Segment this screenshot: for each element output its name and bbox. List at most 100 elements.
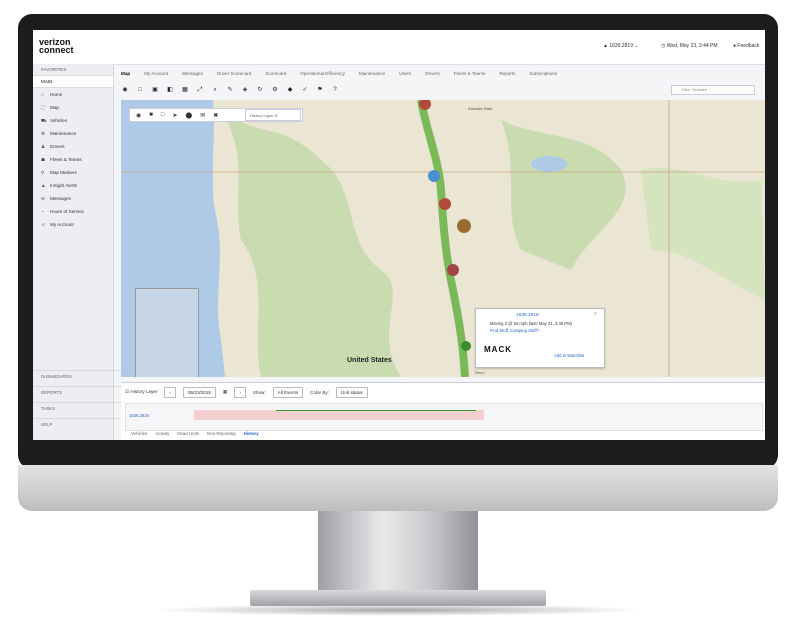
wrench-icon: ⚙: [41, 131, 46, 136]
filter-vehicles-input[interactable]: Filter Vehicles: [671, 85, 755, 95]
trash-icon[interactable]: ✖: [213, 112, 218, 119]
sidebar-item-maintenance[interactable]: ⚙ Maintenance: [33, 127, 113, 140]
next-day-button[interactable]: ›: [234, 386, 246, 398]
sidebar-favorites[interactable]: FAVORITES: [33, 64, 113, 76]
table-icon[interactable]: ▦: [181, 86, 189, 94]
grid-icon[interactable]: ▣: [151, 86, 159, 94]
vehicle-selector[interactable]: ▲ 1639.2819 ⌄: [603, 43, 639, 49]
sidebar-item-label: Hours of Service: [50, 209, 84, 214]
stop-marker-2[interactable]: [428, 170, 440, 182]
vehicle-selector-label: 1639.2819: [609, 43, 633, 49]
popup-link[interactable]: Find Stuff, Camping Stuff?: [490, 328, 539, 333]
tab-my-account[interactable]: My Account: [144, 71, 168, 76]
calendar-icon[interactable]: ▦: [223, 389, 227, 395]
tab-drivers[interactable]: Drivers: [425, 71, 440, 76]
tab-reports[interactable]: Reports: [499, 71, 515, 76]
history-layer-chip[interactable]: History Layer ✕: [245, 109, 301, 121]
sidebar-item-label: Vehicles: [50, 118, 68, 123]
verizon-connect-logo[interactable]: verizon connect: [39, 38, 74, 55]
sidebar-item-fleets-teams[interactable]: ☗ Fleets & Teams: [33, 153, 113, 166]
sidebar-reports[interactable]: REPORTS: [33, 386, 121, 399]
close-icon[interactable]: ×: [594, 311, 597, 317]
sidebar-item-label: Map Markers: [50, 170, 77, 175]
settings-icon[interactable]: ⚙: [271, 86, 279, 94]
cursor-icon[interactable]: ➤: [173, 112, 178, 119]
history-tab-vehicles[interactable]: Vehicles: [131, 431, 147, 436]
map-canvas[interactable]: ◉ ■ □ ➤ ⬤ ✉ ✖ History Layer ✕ Klamath Fa…: [121, 100, 765, 377]
feedback-button[interactable]: ● Feedback: [733, 43, 759, 49]
coast: [212, 100, 225, 377]
datetime[interactable]: ◷ Wed, May 23, 3:44 PM: [661, 43, 718, 49]
sidebar-dashboards[interactable]: DASHBOARDS: [33, 370, 121, 383]
pin-icon[interactable]: ⬤: [186, 112, 193, 119]
history-tab-dead-units[interactable]: Dead Units: [177, 431, 199, 436]
location-icon[interactable]: ◆: [286, 86, 294, 94]
flag-icon[interactable]: ⚑: [316, 86, 324, 94]
prev-day-button[interactable]: ‹: [164, 386, 176, 398]
tab-operational-efficiency[interactable]: Operational Efficiency: [300, 71, 345, 76]
sidebar-item-label: Home: [50, 92, 63, 97]
minimap[interactable]: [135, 288, 199, 377]
show-dropdown[interactable]: All Events: [272, 386, 304, 398]
sidebar-main[interactable]: MAIN: [33, 76, 113, 88]
sidebar-help[interactable]: HELP: [33, 418, 121, 431]
tab-scorecard[interactable]: Scorecard: [265, 71, 286, 76]
stop-marker-6[interactable]: [461, 341, 471, 351]
tab-messages[interactable]: Messages: [182, 71, 203, 76]
timeline-vehicle[interactable]: 1639.2819: [129, 413, 149, 418]
refresh-icon[interactable]: ↻: [256, 86, 264, 94]
layers-icon[interactable]: ◧: [166, 86, 174, 94]
tab-users[interactable]: Users: [399, 71, 411, 76]
sidebar-item-messages[interactable]: ✉ Messages: [33, 192, 113, 205]
comment-icon[interactable]: ✉: [200, 112, 205, 119]
color-dropdown[interactable]: Unit status: [336, 386, 368, 398]
popup-title[interactable]: 1639.2819: [516, 313, 539, 318]
vehicle-popup: 1639.2819 Moving 3 @ 54 mph (last: May 2…: [475, 308, 605, 368]
route-trail: [417, 100, 469, 377]
sidebar-item-insight-alerts[interactable]: ▲ InSight Alerts: [33, 179, 113, 192]
timeline[interactable]: 1639.2819: [125, 403, 763, 431]
stop-marker-4[interactable]: [457, 219, 471, 233]
history-panel: ☑ History Layer ‹ 05/23/2018 ▦ › Show: A…: [121, 382, 765, 440]
sidebar-tasks[interactable]: TASKS: [33, 402, 121, 415]
pin-icon[interactable]: ✎: [226, 86, 234, 94]
eye-icon[interactable]: ◉: [136, 112, 141, 119]
marker-icon[interactable]: ◈: [241, 86, 249, 94]
search-icon[interactable]: ⌕: [211, 86, 219, 94]
sidebar-item-my-account[interactable]: ☺ My Account: [33, 218, 113, 231]
stop-marker-3[interactable]: [439, 198, 451, 210]
square-icon[interactable]: □: [136, 86, 144, 94]
sidebar-item-label: Drivers: [50, 144, 65, 149]
sidebar-item-map[interactable]: ⛶ Map: [33, 101, 113, 114]
history-checkbox[interactable]: ☑ History Layer: [125, 389, 157, 395]
sidebar-item-vehicles[interactable]: ⛟ Vehicles: [33, 114, 113, 127]
sidebar-item-map-markers[interactable]: ⚲ Map Markers: [33, 166, 113, 179]
select-icon[interactable]: ■: [149, 112, 153, 118]
sidebar-item-home[interactable]: ⌂ Home: [33, 88, 113, 101]
history-tab-history[interactable]: History: [244, 431, 259, 436]
eye-icon[interactable]: ◉: [121, 86, 129, 94]
sidebar-item-label: Map: [50, 105, 59, 110]
tab-subscriptions[interactable]: Subscriptions: [529, 71, 557, 76]
mack-logo: MACK: [484, 345, 512, 354]
pin-icon: ⚲: [41, 170, 45, 175]
tab-driver-scorecard[interactable]: Driver Scorecard: [217, 71, 251, 76]
rect-icon[interactable]: □: [161, 112, 165, 118]
tab-fleets-teams[interactable]: Fleets & Teams: [454, 71, 486, 76]
tab-maintenance[interactable]: Maintenance: [359, 71, 385, 76]
user-icon: ☺: [41, 222, 46, 227]
stop-marker-5[interactable]: [447, 264, 459, 276]
history-tab-non-reporting[interactable]: Non-Reporting: [207, 431, 236, 436]
sidebar-item-drivers[interactable]: ♟ Drivers: [33, 140, 113, 153]
help-icon[interactable]: ?: [331, 86, 339, 94]
history-tab-activity[interactable]: Activity: [155, 431, 169, 436]
logo-line-2: connect: [39, 45, 74, 55]
history-tabs: Vehicles Activity Dead Units Non-Reporting H…: [131, 431, 259, 436]
date-field[interactable]: 05/23/2018: [183, 386, 216, 398]
tab-map[interactable]: Map: [121, 71, 130, 76]
add-watchlist-link[interactable]: Add to Watchlist: [554, 353, 584, 358]
check-icon[interactable]: ✓: [301, 86, 309, 94]
show-label: Show:: [252, 389, 266, 395]
expand-icon[interactable]: ⤢: [196, 86, 204, 94]
sidebar-item-hours-of-service[interactable]: ◔ Hours of Service: [33, 205, 113, 218]
